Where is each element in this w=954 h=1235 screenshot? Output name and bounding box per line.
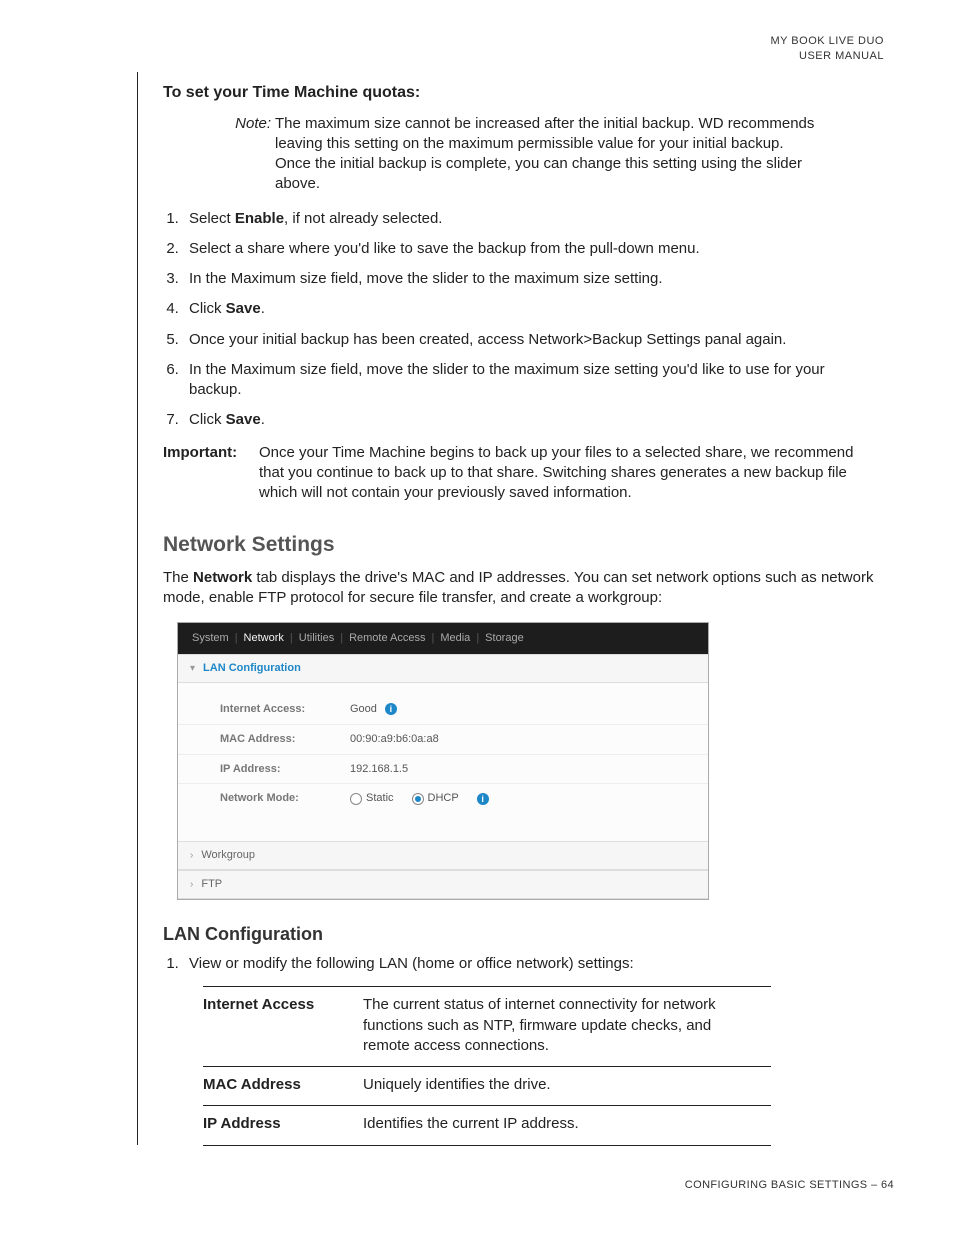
radio-dhcp[interactable]: DHCP	[412, 791, 459, 806]
def-desc-ip: Identifies the current IP address.	[363, 1106, 771, 1145]
network-settings-ui: System| Network| Utilities| Remote Acces…	[177, 622, 709, 900]
field-ip-address: IP Address: 192.168.1.5	[178, 754, 708, 784]
page-footer: CONFIGURING BASIC SETTINGS – 64	[685, 1178, 894, 1193]
tab-storage[interactable]: Storage	[485, 631, 524, 646]
network-settings-heading: Network Settings	[163, 531, 878, 559]
radio-icon	[412, 793, 424, 805]
important-body: Once your Time Machine begins to back up…	[259, 443, 878, 504]
header-product: MY BOOK LIVE DUO	[0, 34, 884, 49]
value-mac-address: 00:90:a9:b6:0a:a8	[350, 732, 439, 747]
table-row: Internet Access The current status of in…	[203, 987, 771, 1067]
label-ip-address: IP Address:	[220, 762, 350, 777]
tab-system[interactable]: System	[192, 631, 229, 646]
accordion-lan[interactable]: ▾ LAN Configuration	[178, 654, 708, 683]
field-network-mode: Network Mode: Static DHCP i	[178, 783, 708, 813]
step-item: In the Maximum size field, move the slid…	[183, 269, 878, 289]
field-mac-address: MAC Address: 00:90:a9:b6:0a:a8	[178, 724, 708, 754]
accordion-workgroup[interactable]: › Workgroup	[178, 841, 708, 870]
chevron-right-icon: ›	[190, 878, 193, 892]
table-row: MAC Address Uniquely identifies the driv…	[203, 1067, 771, 1106]
tab-media[interactable]: Media	[440, 631, 470, 646]
chevron-down-icon: ▾	[190, 662, 195, 676]
info-icon[interactable]: i	[385, 703, 397, 715]
step-item: Click Save.	[183, 410, 878, 430]
note-body: The maximum size cannot be increased aft…	[275, 114, 823, 195]
radio-static[interactable]: Static	[350, 791, 394, 806]
value-internet-access: Good	[350, 702, 377, 717]
accordion-lan-title: LAN Configuration	[203, 661, 301, 676]
content-column: To set your Time Machine quotas: Note: T…	[137, 72, 878, 1145]
ui-tabs: System| Network| Utilities| Remote Acces…	[178, 623, 708, 654]
important-label: Important:	[163, 443, 259, 504]
field-internet-access: Internet Access: Good i	[178, 695, 708, 724]
manual-page: MY BOOK LIVE DUO USER MANUAL To set your…	[0, 0, 954, 1235]
accordion-ftp[interactable]: › FTP	[178, 870, 708, 899]
network-intro: The Network tab displays the drive's MAC…	[163, 568, 878, 609]
radio-icon	[350, 793, 362, 805]
step-item: Click Save.	[183, 299, 878, 319]
def-term-ip: IP Address	[203, 1106, 363, 1145]
page-header: MY BOOK LIVE DUO USER MANUAL	[0, 34, 884, 64]
tab-network[interactable]: Network	[244, 631, 284, 646]
value-ip-address: 192.168.1.5	[350, 762, 408, 777]
table-row: IP Address Identifies the current IP add…	[203, 1106, 771, 1145]
label-network-mode: Network Mode:	[220, 791, 350, 806]
chevron-right-icon: ›	[190, 849, 193, 863]
step-item: Select Enable, if not already selected.	[183, 209, 878, 229]
step-item: In the Maximum size field, move the slid…	[183, 360, 878, 401]
step-item: Select a share where you'd like to save …	[183, 239, 878, 259]
def-desc-internet: The current status of internet connectiv…	[363, 987, 771, 1067]
def-term-mac: MAC Address	[203, 1067, 363, 1106]
label-mac-address: MAC Address:	[220, 732, 350, 747]
label-internet-access: Internet Access:	[220, 702, 350, 717]
tab-remote-access[interactable]: Remote Access	[349, 631, 425, 646]
step-item: Once your initial backup has been create…	[183, 330, 878, 350]
lan-configuration-heading: LAN Configuration	[163, 922, 878, 946]
lan-body: Internet Access: Good i MAC Address: 00:…	[178, 683, 708, 841]
tab-utilities[interactable]: Utilities	[299, 631, 334, 646]
header-doc-type: USER MANUAL	[0, 49, 884, 64]
note-block: Note: The maximum size cannot be increas…	[223, 114, 823, 195]
lan-definition-table: Internet Access The current status of in…	[203, 986, 771, 1145]
accordion-workgroup-title: Workgroup	[201, 848, 255, 863]
lan-steps: View or modify the following LAN (home o…	[163, 954, 878, 974]
def-term-internet: Internet Access	[203, 987, 363, 1067]
important-block: Important: Once your Time Machine begins…	[163, 443, 878, 504]
step-item: View or modify the following LAN (home o…	[183, 954, 878, 974]
accordion-ftp-title: FTP	[201, 877, 222, 892]
note-label: Note:	[223, 114, 275, 195]
info-icon[interactable]: i	[477, 793, 489, 805]
steps-list: Select Enable, if not already selected. …	[163, 209, 878, 431]
tm-quota-heading: To set your Time Machine quotas:	[163, 82, 878, 104]
def-desc-mac: Uniquely identifies the drive.	[363, 1067, 771, 1106]
